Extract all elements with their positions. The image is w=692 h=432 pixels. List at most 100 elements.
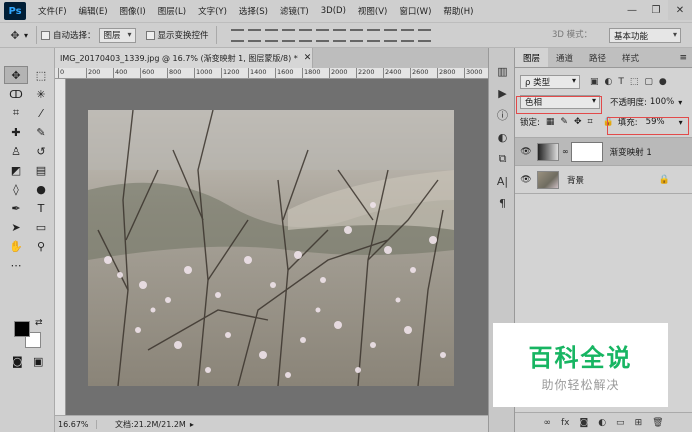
- align-hcenter-icon[interactable]: [298, 28, 312, 42]
- move-tool-icon[interactable]: ✥: [6, 26, 24, 44]
- close-tab-icon[interactable]: ✕: [304, 53, 312, 63]
- layer-mask-thumbnail[interactable]: [570, 141, 603, 162]
- menu-select[interactable]: 选择(S): [233, 5, 274, 17]
- tab-layers[interactable]: 图层: [515, 48, 549, 67]
- tab-styles[interactable]: 样式: [614, 48, 647, 67]
- screen-mode-icon[interactable]: ▣: [33, 355, 43, 368]
- filter-toggle-icon[interactable]: ●: [659, 77, 667, 87]
- status-menu-arrow-icon[interactable]: ▸: [190, 420, 194, 429]
- new-layer-icon[interactable]: ⊞: [635, 418, 643, 428]
- menu-filter[interactable]: 滤镜(T): [274, 5, 315, 17]
- hand-tool-icon[interactable]: ✋: [4, 237, 28, 255]
- zoom-tool-icon[interactable]: ⚲: [29, 237, 53, 255]
- filter-adjustment-icon[interactable]: ◐: [605, 77, 613, 87]
- align-bottom-icon[interactable]: [264, 28, 278, 42]
- lock-position-icon[interactable]: ✥: [574, 117, 582, 127]
- layer-name[interactable]: 背景: [567, 174, 584, 186]
- adjustments-icon[interactable]: ◐: [489, 126, 516, 148]
- brush-tool-icon[interactable]: ✎: [29, 123, 53, 141]
- auto-select-checkbox[interactable]: [41, 30, 51, 40]
- tab-paths[interactable]: 路径: [581, 48, 614, 67]
- more-tools-icon[interactable]: ⋯: [4, 256, 28, 274]
- new-group-icon[interactable]: ▭: [616, 418, 625, 428]
- clone-stamp-tool-icon[interactable]: ♙: [4, 142, 28, 160]
- workspace-dropdown[interactable]: 基本功能: [609, 28, 681, 43]
- align-top-icon[interactable]: [230, 28, 244, 42]
- properties-icon[interactable]: ⓘ: [489, 104, 516, 126]
- character-icon[interactable]: A|: [489, 170, 516, 192]
- tool-preset-dropdown-icon[interactable]: ▾: [24, 31, 28, 40]
- history-brush-tool-icon[interactable]: ↺: [29, 142, 53, 160]
- filter-type-icon[interactable]: T: [618, 77, 624, 87]
- menu-image[interactable]: 图像(I): [114, 5, 152, 17]
- shape-tool-icon[interactable]: ▭: [29, 218, 53, 236]
- document-tab[interactable]: IMG_20170403_1339.jpg @ 16.7% (渐变映射 1, 图…: [55, 48, 313, 68]
- layer-row[interactable]: 👁 ∞ 渐变映射 1: [515, 138, 692, 166]
- eyedropper-tool-icon[interactable]: ⁄: [29, 104, 53, 122]
- auto-select-dropdown[interactable]: 图层: [98, 27, 136, 43]
- dodge-tool-icon[interactable]: ●: [29, 180, 53, 198]
- menu-3d[interactable]: 3D(D): [315, 6, 352, 16]
- pen-tool-icon[interactable]: ✒: [4, 199, 28, 217]
- new-adjustment-icon[interactable]: ◐: [598, 418, 606, 428]
- actions-play-icon[interactable]: ▶: [489, 82, 516, 104]
- align-left-icon[interactable]: [281, 28, 295, 42]
- history-icon[interactable]: ▥: [489, 60, 516, 82]
- distribute-left-icon[interactable]: [383, 28, 397, 42]
- menu-layer[interactable]: 图层(L): [152, 5, 192, 17]
- restore-button[interactable]: ❐: [644, 0, 668, 20]
- crop-tool-icon[interactable]: ⌗: [4, 104, 28, 122]
- distribute-hcenter-icon[interactable]: [400, 28, 414, 42]
- type-tool-icon[interactable]: T: [29, 199, 53, 217]
- marquee-tool-icon[interactable]: ⬚: [29, 66, 53, 84]
- visibility-eye-icon[interactable]: 👁: [515, 175, 537, 185]
- zoom-level[interactable]: 16.67%: [55, 419, 97, 429]
- move-tool-icon[interactable]: ✥: [4, 66, 28, 84]
- menu-type[interactable]: 文字(Y): [192, 5, 233, 17]
- healing-brush-tool-icon[interactable]: ✚: [4, 123, 28, 141]
- filter-pixel-icon[interactable]: ▣: [590, 77, 599, 87]
- visibility-eye-icon[interactable]: 👁: [515, 147, 537, 157]
- opacity-value[interactable]: 100%: [650, 97, 674, 107]
- menu-edit[interactable]: 编辑(E): [73, 5, 114, 17]
- document-image[interactable]: [88, 110, 454, 386]
- layer-name[interactable]: 渐变映射 1: [610, 146, 652, 158]
- link-layers-icon[interactable]: ∞: [543, 418, 551, 428]
- tab-channels[interactable]: 通道: [548, 48, 581, 67]
- lock-artboard-icon[interactable]: ⌗: [587, 117, 592, 127]
- menu-help[interactable]: 帮助(H): [437, 5, 479, 17]
- link-icon[interactable]: ∞: [562, 147, 569, 156]
- paths-icon[interactable]: ⧉: [489, 148, 516, 170]
- filter-smart-object-icon[interactable]: ▢: [644, 77, 653, 87]
- minimize-button[interactable]: —: [620, 0, 644, 20]
- lock-image-icon[interactable]: ✎: [560, 117, 568, 127]
- gradient-tool-icon[interactable]: ▤: [29, 161, 53, 179]
- menu-file[interactable]: 文件(F): [32, 5, 73, 17]
- path-selection-tool-icon[interactable]: ➤: [4, 218, 28, 236]
- layer-style-icon[interactable]: fx: [561, 418, 570, 428]
- add-mask-icon[interactable]: ◙: [579, 418, 588, 428]
- close-button[interactable]: ✕: [668, 0, 692, 20]
- magic-wand-tool-icon[interactable]: ✳: [29, 85, 53, 103]
- distribute-vcenter-icon[interactable]: [349, 28, 363, 42]
- eraser-tool-icon[interactable]: ◩: [4, 161, 28, 179]
- swap-colors-icon[interactable]: ⇄: [35, 318, 43, 328]
- panel-menu-icon[interactable]: ≡: [679, 48, 692, 67]
- distribute-right-icon[interactable]: [417, 28, 431, 42]
- filter-shape-icon[interactable]: ⬚: [630, 77, 639, 87]
- delete-layer-icon[interactable]: 🗑: [652, 418, 663, 428]
- align-vcenter-icon[interactable]: [247, 28, 261, 42]
- distribute-top-icon[interactable]: [332, 28, 346, 42]
- layer-filter-dropdown[interactable]: ρ 类型: [520, 75, 580, 89]
- menu-view[interactable]: 视图(V): [352, 5, 393, 17]
- opacity-arrow-icon[interactable]: ▾: [678, 98, 682, 107]
- lasso-tool-icon[interactable]: ↀ: [4, 85, 28, 103]
- blur-tool-icon[interactable]: ◊: [4, 180, 28, 198]
- foreground-color-swatch[interactable]: [14, 321, 30, 337]
- lock-transparent-icon[interactable]: ▦: [546, 117, 555, 127]
- align-right-icon[interactable]: [315, 28, 329, 42]
- quick-mask-icon[interactable]: ◙: [12, 355, 23, 368]
- distribute-bottom-icon[interactable]: [366, 28, 380, 42]
- layer-row[interactable]: 👁 背景 🔒: [515, 166, 692, 194]
- menu-window[interactable]: 窗口(W): [393, 5, 437, 17]
